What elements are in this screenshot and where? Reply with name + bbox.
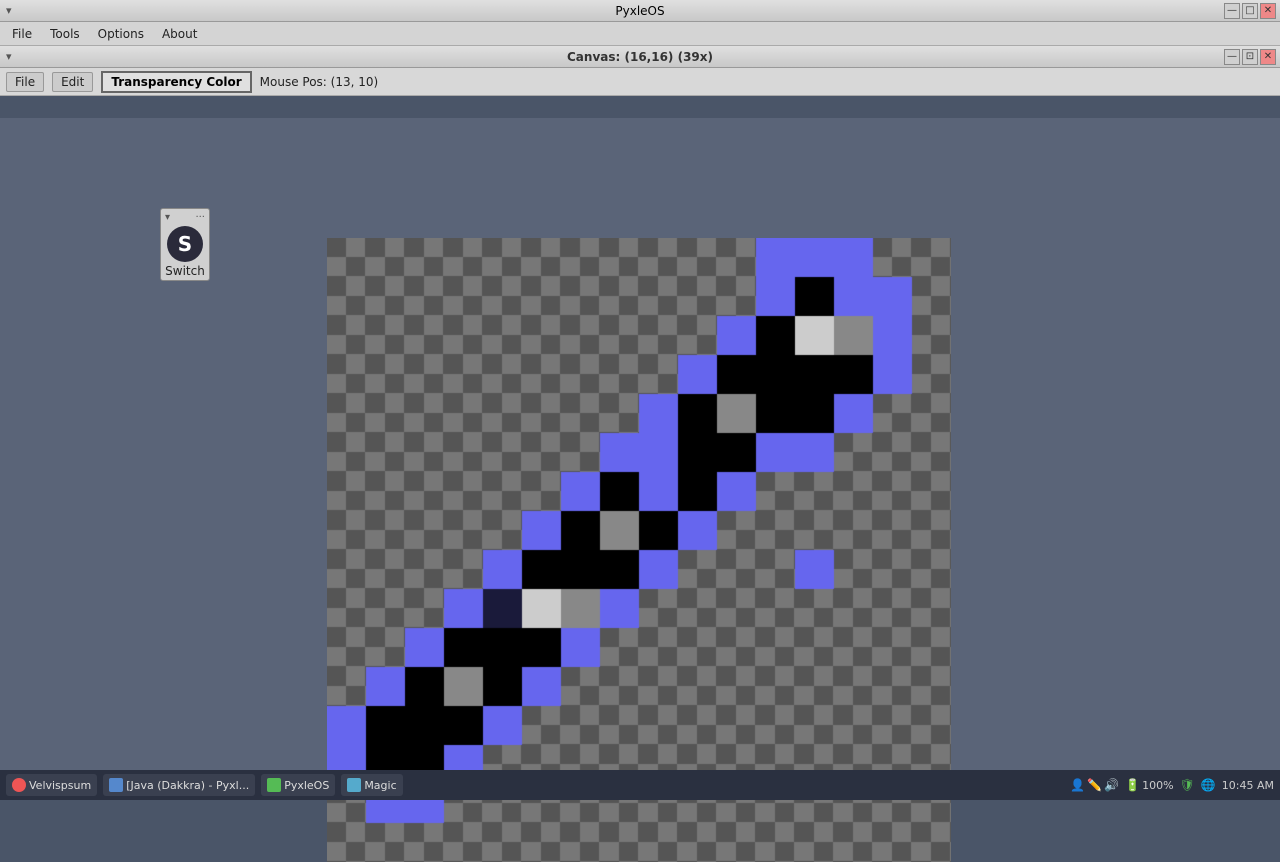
- canvas-title: Canvas: (16,16) (39x): [567, 50, 713, 64]
- menu-tools[interactable]: Tools: [42, 25, 88, 43]
- pen-icon: ✏️: [1087, 778, 1102, 792]
- mouse-position: Mouse Pos: (13, 10): [260, 75, 379, 89]
- canvas-area: ▾ ··· S Switch: [0, 118, 1280, 770]
- canvas-restore-button[interactable]: ⊡: [1242, 49, 1258, 65]
- menu-bar: File Tools Options About: [0, 22, 1280, 46]
- switch-tool-label: Switch: [165, 264, 205, 278]
- canvas-file-button[interactable]: File: [6, 72, 44, 92]
- maximize-button[interactable]: □: [1242, 3, 1258, 19]
- taskbar-item-velvispsum[interactable]: Velvispsum: [6, 774, 97, 796]
- tool-panel-dots: ···: [195, 212, 205, 223]
- switch-tool-letter: S: [178, 232, 192, 256]
- velvispsum-label: Velvispsum: [29, 779, 91, 792]
- magic-label: Magic: [364, 779, 396, 792]
- app-title: PyxleOS: [615, 4, 664, 18]
- canvas-window: ▾ Canvas: (16,16) (39x) — ⊡ ✕ File Edit …: [0, 46, 1280, 800]
- taskbar: Velvispsum [Java (Dakkra) - Pyxl... Pyxl…: [0, 770, 1280, 800]
- title-bar: ▾ PyxleOS — □ ✕: [0, 0, 1280, 22]
- menu-options[interactable]: Options: [90, 25, 152, 43]
- taskbar-item-pyxleos[interactable]: PyxleOS: [261, 774, 335, 796]
- canvas-minimize-button[interactable]: —: [1224, 49, 1240, 65]
- canvas-toolbar: File Edit Transparency Color Mouse Pos: …: [0, 68, 1280, 96]
- pyxleos-icon: [267, 778, 281, 792]
- canvas-title-bar: ▾ Canvas: (16,16) (39x) — ⊡ ✕: [0, 46, 1280, 68]
- transparency-color-button[interactable]: Transparency Color: [101, 71, 251, 93]
- minimize-button[interactable]: —: [1224, 3, 1240, 19]
- taskbar-antivirus: 🛡: [1180, 778, 1195, 792]
- clock-time: 10:45 AM: [1222, 779, 1274, 792]
- taskbar-browser: 🌐: [1201, 778, 1216, 792]
- magic-icon: [347, 778, 361, 792]
- tool-panel-dropdown[interactable]: ▾: [165, 212, 170, 223]
- velvispsum-icon: [12, 778, 26, 792]
- browser-icon: 🌐: [1201, 778, 1216, 792]
- volume-icon[interactable]: 🔊: [1104, 778, 1119, 792]
- canvas-title-controls: — ⊡ ✕: [1224, 49, 1276, 65]
- taskbar-time: 10:45 AM: [1222, 779, 1274, 792]
- canvas-dropdown-icon[interactable]: ▾: [6, 50, 12, 63]
- title-dropdown[interactable]: ▾: [6, 4, 12, 17]
- taskbar-item-java[interactable]: [Java (Dakkra) - Pyxl...: [103, 774, 255, 796]
- taskbar-battery: 🔋 100%: [1125, 778, 1173, 792]
- pyxleos-label: PyxleOS: [284, 779, 329, 792]
- tool-panel: ▾ ··· S Switch: [160, 208, 210, 281]
- close-button[interactable]: ✕: [1260, 3, 1276, 19]
- shield-icon: 🛡: [1180, 778, 1195, 792]
- pixel-canvas[interactable]: [327, 238, 951, 862]
- java-icon: [109, 778, 123, 792]
- battery-percent: 100%: [1142, 779, 1173, 792]
- canvas-close-button[interactable]: ✕: [1260, 49, 1276, 65]
- menu-about[interactable]: About: [154, 25, 205, 43]
- switch-tool-icon[interactable]: S: [167, 226, 203, 262]
- taskbar-right: 👤 ✏️ 🔊 🔋 100% 🛡 🌐 10:45 AM: [1070, 778, 1274, 792]
- menu-file[interactable]: File: [4, 25, 40, 43]
- battery-icon: 🔋: [1125, 778, 1140, 792]
- taskbar-system-icons: 👤 ✏️ 🔊: [1070, 778, 1119, 792]
- java-label: [Java (Dakkra) - Pyxl...: [126, 779, 249, 792]
- tool-panel-header: ▾ ···: [163, 211, 207, 224]
- title-controls: — □ ✕: [1224, 3, 1276, 19]
- taskbar-item-magic[interactable]: Magic: [341, 774, 402, 796]
- canvas-edit-button[interactable]: Edit: [52, 72, 93, 92]
- person-icon: 👤: [1070, 778, 1085, 792]
